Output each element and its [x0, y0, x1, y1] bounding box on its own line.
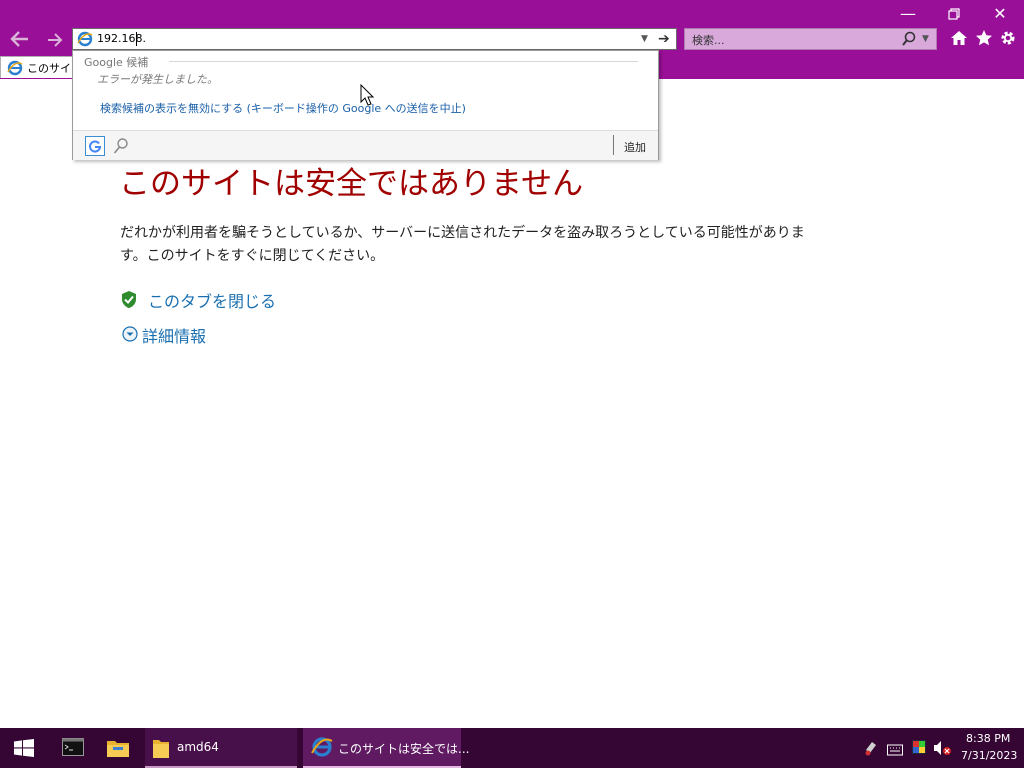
display-icon[interactable]	[911, 739, 927, 759]
search-box[interactable]: 検索... ▼	[684, 28, 937, 50]
search-provider-icon[interactable]	[113, 137, 129, 159]
search-input[interactable]: 検索...	[692, 32, 725, 48]
home-icon[interactable]	[950, 29, 968, 51]
taskbar-ie-window[interactable]: このサイトは安全では...	[303, 728, 469, 768]
mouse-cursor-icon	[360, 83, 375, 110]
minimize-icon[interactable]: —	[885, 0, 931, 28]
keyboard-icon[interactable]	[887, 741, 903, 760]
taskbar-folder-label: amd64	[177, 740, 219, 754]
clock-date[interactable]: 7/31/2023	[961, 749, 1017, 762]
search-dropdown-icon[interactable]: ▼	[922, 30, 929, 48]
close-tab-link[interactable]: このタブを閉じる	[148, 288, 276, 312]
divider	[169, 61, 638, 62]
volume-muted-icon[interactable]	[933, 740, 951, 760]
taskbar-folder-amd64[interactable]: amd64	[145, 728, 297, 768]
google-provider-icon[interactable]	[85, 136, 105, 156]
suggestions-error: エラーが発生しました。	[97, 73, 218, 86]
text-caret	[136, 32, 137, 46]
disable-suggestions-link[interactable]: 検索候補の表示を無効にする (キーボード操作の Google への送信を中止)	[100, 100, 466, 116]
suggestions-header: Google 候補	[84, 56, 149, 69]
search-provider-bar: 追加	[73, 130, 658, 160]
back-arrow-icon[interactable]	[8, 29, 30, 54]
ie-icon	[7, 60, 23, 78]
folder-icon	[153, 738, 169, 762]
gear-icon[interactable]	[999, 29, 1017, 51]
close-icon[interactable]: ✕	[977, 0, 1023, 28]
ie-icon	[77, 31, 93, 47]
taskbar: amd64 このサイトは安全では... 8:38 PM 7/31/2023	[0, 728, 1024, 768]
more-info-link[interactable]: 詳細情報	[142, 323, 206, 347]
shield-check-icon	[120, 290, 138, 313]
star-icon[interactable]	[975, 29, 993, 51]
terminal-icon[interactable]	[62, 738, 84, 760]
taskbar-ie-label: このサイトは安全では...	[338, 742, 470, 756]
forward-arrow-icon[interactable]	[46, 31, 64, 53]
divider	[613, 135, 614, 155]
address-input[interactable]: 192.168.	[97, 32, 146, 45]
chevron-down-icon	[122, 326, 138, 346]
address-bar[interactable]: 192.168. ▼ ➔	[72, 28, 677, 50]
add-provider-button[interactable]: 追加	[624, 139, 646, 155]
file-explorer-icon[interactable]	[107, 738, 129, 761]
go-arrow-icon[interactable]: ➔	[658, 29, 670, 49]
windows-start-icon[interactable]	[14, 739, 34, 761]
restore-icon[interactable]	[931, 0, 977, 28]
clock-time[interactable]: 8:38 PM	[966, 732, 1010, 745]
ie-icon	[311, 736, 333, 762]
search-icon[interactable]	[901, 30, 917, 52]
warning-message: だれかが利用者を騙そうとしているか、サーバーに送信されたデータを盗み取ろうとして…	[120, 225, 805, 264]
network-tool-icon[interactable]	[864, 740, 878, 760]
page-title: このサイトは安全ではありません	[119, 166, 584, 202]
address-dropdown-icon[interactable]: ▼	[641, 30, 648, 48]
tab-current[interactable]: このサイトは安全ではありません	[0, 56, 80, 78]
